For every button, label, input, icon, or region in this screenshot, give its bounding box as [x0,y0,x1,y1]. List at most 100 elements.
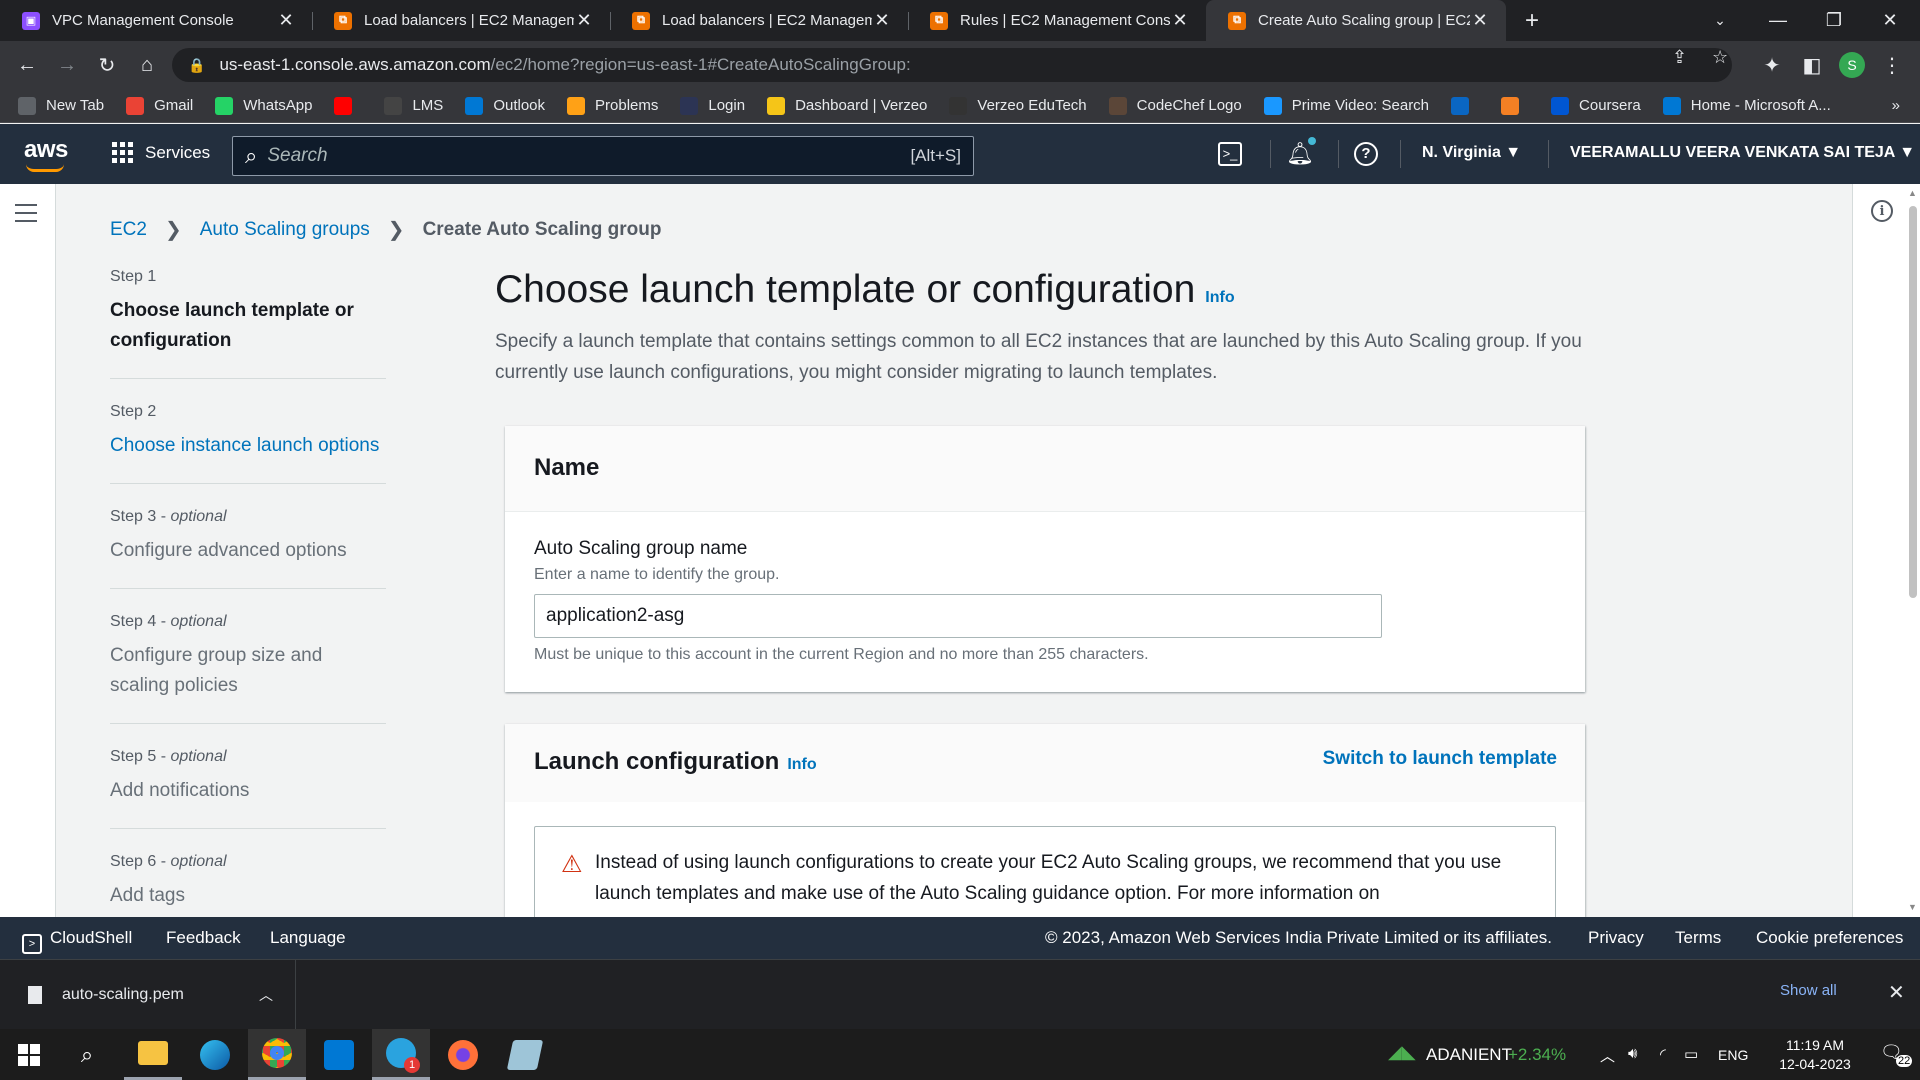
switch-to-launch-template-button[interactable]: Switch to launch template [1323,748,1557,770]
footer-privacy-link[interactable]: Privacy [1588,928,1644,948]
profile-avatar[interactable]: S [1836,49,1868,81]
page-info-link[interactable]: Info [1205,289,1234,306]
lms-icon [384,96,403,115]
page-header: Choose launch template or configuration I… [495,268,1595,388]
step-number: Step 4 - optional [110,613,227,630]
tab-search-icon[interactable]: ⌄ [1690,0,1750,41]
language-indicator[interactable]: ENG [1718,1047,1748,1063]
volume-icon[interactable]: 🔊︎ [1628,1045,1637,1062]
bookmark-item[interactable]: Home - Microsoft A... [1662,96,1831,115]
hamburger-menu-icon[interactable] [15,204,37,228]
launch-config-info-link[interactable]: Info [787,756,816,773]
info-panel-icon[interactable]: i [1871,200,1893,222]
step-number: Step 2 [110,403,386,421]
taskbar-outlook[interactable] [310,1029,368,1080]
footer-cookie-preferences-link[interactable]: Cookie preferences [1756,928,1903,948]
forward-icon[interactable]: → [51,49,83,81]
restore-button[interactable]: ❐ [1804,0,1864,41]
breadcrumb-auto-scaling-groups[interactable]: Auto Scaling groups [200,219,370,241]
taskbar-search-icon[interactable]: ⌕ [58,1029,116,1080]
browser-tab-load-balancers-1[interactable]: ⧉ Load balancers | EC2 Managemen ✕ [312,0,610,41]
aws-search-input[interactable]: ⌕ Search [Alt+S] [232,136,974,176]
notifications-bell-icon[interactable]: 🔔︎ [1286,137,1316,167]
new-tab-button[interactable]: + [1502,0,1562,41]
wifi-icon[interactable]: ◜ [1660,1045,1666,1063]
bookmark-item[interactable] [334,96,362,115]
account-menu[interactable]: VEERAMALLU VEERA VENKATA SAI TEJA ▼ [1570,144,1915,162]
bookmark-item[interactable]: LMS [384,96,443,115]
services-label: Services [145,142,211,162]
minimize-button[interactable]: — [1748,0,1808,41]
footer-cloudshell-button[interactable]: > CloudShell [22,928,132,954]
tab-close-icon[interactable]: ✕ [1470,10,1490,31]
bookmark-item[interactable]: WhatsApp [215,96,312,115]
chevron-up-icon[interactable]: ︿ [259,985,273,1005]
scroll-down-icon[interactable]: ▼ [1908,902,1917,912]
bookmark-item[interactable]: Login [680,96,745,115]
system-tray: ◢◣ ADANIENT +2.34% ︿ 🔊︎ ◜ ▭ ENG 11:19 AM… [1360,1029,1920,1080]
browser-tab-rules[interactable]: ⧉ Rules | EC2 Management Consol ✕ [908,0,1206,41]
browser-tab-vpc[interactable]: ▣ VPC Management Console ✕ [0,0,312,41]
home-icon[interactable]: ⌂ [131,49,163,81]
whatsapp-icon [215,96,234,115]
aws-logo[interactable]: aws [24,136,68,172]
share-icon[interactable]: ⇪ [1672,47,1687,68]
bookmark-item[interactable]: Coursera [1551,96,1641,115]
taskbar-edge[interactable] [186,1029,244,1080]
side-panel-icon[interactable]: ◧ [1796,49,1828,81]
footer-terms-link[interactable]: Terms [1675,928,1721,948]
bookmark-item[interactable]: CodeChef Logo [1108,96,1242,115]
page-scrollbar[interactable]: ▲ ▼ [1906,188,1920,916]
tab-close-icon[interactable]: ✕ [574,10,594,31]
taskbar-file-explorer[interactable] [124,1029,182,1080]
show-all-button[interactable]: Show all [1780,982,1837,999]
wizard-step-2[interactable]: Step 2 Choose instance launch options [110,403,386,484]
bookmark-item[interactable]: Verzeo EduTech [949,96,1087,115]
bookmark-star-icon[interactable]: ☆ [1712,47,1728,68]
extensions-icon[interactable]: ✦ [1756,49,1788,81]
step-title[interactable]: Choose instance launch options [110,431,386,461]
taskbar-firefox[interactable] [434,1029,492,1080]
breadcrumb-ec2[interactable]: EC2 [110,219,147,241]
start-button[interactable] [0,1029,58,1080]
region-selector[interactable]: N. Virginia ▼ [1422,144,1521,162]
back-icon[interactable]: ← [11,49,43,81]
bookmark-item[interactable] [1451,96,1479,115]
bookmark-item[interactable]: Problems [567,96,658,115]
footer-language-link[interactable]: Language [270,928,346,948]
footer-feedback-link[interactable]: Feedback [166,928,241,948]
services-menu-button[interactable]: Services [112,142,210,163]
scroll-up-icon[interactable]: ▲ [1908,188,1917,198]
asg-name-input[interactable] [534,594,1382,638]
tab-close-icon[interactable]: ✕ [872,10,892,31]
bookmark-item[interactable]: Prime Video: Search [1263,96,1429,115]
tab-close-icon[interactable]: ✕ [1170,10,1190,31]
taskbar-chrome[interactable] [248,1029,306,1080]
step-number-text: Step 2 [110,403,157,420]
reload-icon[interactable]: ↻ [91,49,123,81]
bookmark-item[interactable] [1501,96,1529,115]
cloudshell-icon[interactable]: >_ [1218,142,1242,166]
help-icon[interactable]: ? [1354,142,1378,166]
clock[interactable]: 11:19 AM 12-04-2023 [1772,1036,1858,1074]
chrome-menu-icon[interactable]: ⋮ [1876,49,1908,81]
tray-chevron-up-icon[interactable]: ︿ [1600,1045,1615,1066]
browser-tab-create-asg[interactable]: ⧉ Create Auto Scaling group | EC2 ✕ [1206,0,1506,41]
taskbar-telegram[interactable]: 1 [372,1029,430,1080]
download-item[interactable]: auto-scaling.pem ︿ [0,960,296,1030]
scrollbar-thumb[interactable] [1909,206,1917,598]
bookmark-item[interactable]: Gmail [126,96,193,115]
bookmark-item[interactable]: Dashboard | Verzeo [767,96,927,115]
battery-icon[interactable]: ▭ [1684,1045,1698,1063]
close-shelf-icon[interactable]: ✕ [1888,980,1905,1005]
tab-close-icon[interactable]: ✕ [276,10,296,31]
address-bar[interactable]: 🔒 us-east-1.console.aws.amazon.com/ec2/h… [172,48,1732,82]
bookmark-item[interactable]: New Tab [18,96,104,115]
codechef-icon [1108,96,1127,115]
browser-tab-load-balancers-2[interactable]: ⧉ Load balancers | EC2 Managemen ✕ [610,0,908,41]
bookmarks-overflow-icon[interactable]: » [1892,97,1900,114]
bookmark-item[interactable]: Outlook [465,96,545,115]
stock-name[interactable]: ADANIENT [1426,1045,1512,1065]
taskbar-app[interactable] [496,1029,554,1080]
close-window-button[interactable]: ✕ [1860,0,1920,41]
